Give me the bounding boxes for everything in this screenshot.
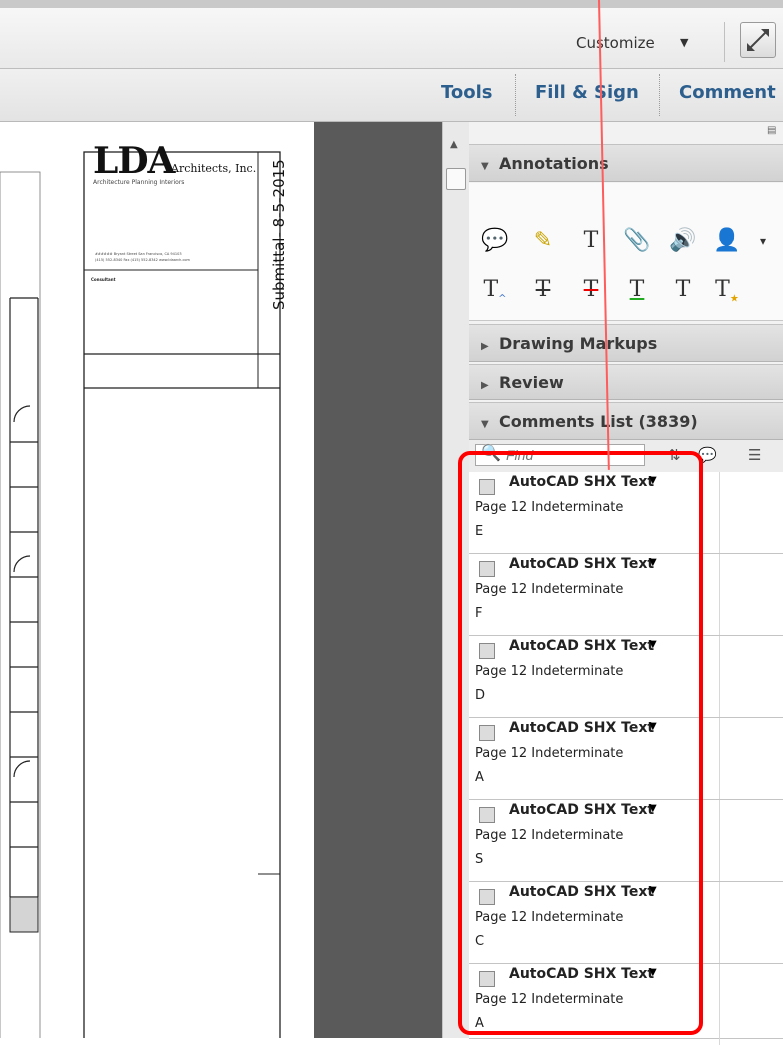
document-background [314, 122, 442, 1038]
text-correction-icon[interactable]: T★ [713, 276, 741, 304]
section-label: Annotations [499, 154, 609, 173]
section-comments-list[interactable]: ▼ Comments List (3839) [469, 402, 783, 440]
top-toolbar [0, 8, 783, 69]
tab-divider [515, 74, 517, 116]
customize-menu[interactable]: Customize [576, 34, 655, 52]
column-divider [719, 964, 720, 1045]
toolbar-divider [724, 22, 725, 62]
expand-arrow-icon: ▶ [481, 341, 489, 352]
chevron-down-icon[interactable]: ▼ [680, 36, 688, 49]
column-divider [719, 554, 720, 635]
firm-logo-name: LDA [93, 140, 175, 182]
section-review[interactable]: ▶ Review [469, 364, 783, 400]
column-divider [719, 800, 720, 881]
window-top-strip [0, 0, 783, 8]
options-menu-icon[interactable]: ☰ [748, 446, 761, 464]
tab-divider [659, 74, 661, 116]
column-divider [719, 472, 720, 553]
consultant-label: Consultant [91, 277, 116, 282]
scrollbar-thumb[interactable] [446, 168, 466, 190]
tab-fill-sign[interactable]: Fill & Sign [535, 82, 639, 103]
collapse-icon: ▼ [481, 419, 489, 430]
task-pane-bar [0, 69, 783, 122]
section-annotations[interactable]: ▼ Annotations [469, 144, 783, 182]
column-divider [719, 718, 720, 799]
strikethrough-icon[interactable]: T [577, 276, 605, 304]
annotation-tools: 💬 ✎ T 📎 🔊 👤 ▾ T^ T T T T T★ [469, 183, 783, 321]
fullscreen-button[interactable] [740, 22, 776, 58]
replace-text-icon[interactable]: T [529, 276, 557, 304]
insert-text-icon[interactable]: T^ [481, 276, 509, 304]
submittal-date: Submittal- 8-5-2015 [270, 159, 288, 310]
column-divider [719, 636, 720, 717]
stamp-icon[interactable]: 👤 [713, 227, 741, 255]
text-comment-icon[interactable]: T [669, 276, 697, 304]
firm-tagline: Architecture Planning Interiors [93, 179, 185, 186]
tab-tools[interactable]: Tools [441, 82, 493, 103]
section-label: Comments List (3839) [499, 412, 698, 431]
firm-address: ###### Bryant Street San Francisco, CA 9… [95, 252, 182, 256]
pane-options-icon[interactable]: ▤ [767, 125, 776, 136]
column-divider [719, 882, 720, 963]
firm-contact: (415) 552-8340 Fax (415) 552-8342 www.ld… [95, 258, 190, 262]
add-text-icon[interactable]: T [577, 227, 605, 255]
section-drawing-markups[interactable]: ▶ Drawing Markups [469, 324, 783, 362]
expand-icon [747, 29, 769, 51]
attach-file-icon[interactable]: 📎 [623, 227, 651, 255]
expand-arrow-icon: ▶ [481, 380, 489, 391]
underline-icon[interactable]: T [623, 276, 651, 304]
section-label: Review [499, 373, 564, 392]
stamp-menu-icon[interactable]: ▾ [749, 227, 777, 255]
tab-comment[interactable]: Comment [679, 82, 776, 103]
sticky-note-icon[interactable]: 💬 [481, 227, 509, 255]
section-label: Drawing Markups [499, 334, 658, 353]
scroll-up-icon[interactable]: ▲ [450, 139, 458, 150]
collapse-icon: ▼ [481, 161, 489, 172]
highlight-box [458, 451, 703, 1035]
record-audio-icon[interactable]: 🔊 [669, 227, 697, 255]
firm-logo-suffix: Architects, Inc. [171, 162, 257, 175]
highlight-text-icon[interactable]: ✎ [529, 227, 557, 255]
